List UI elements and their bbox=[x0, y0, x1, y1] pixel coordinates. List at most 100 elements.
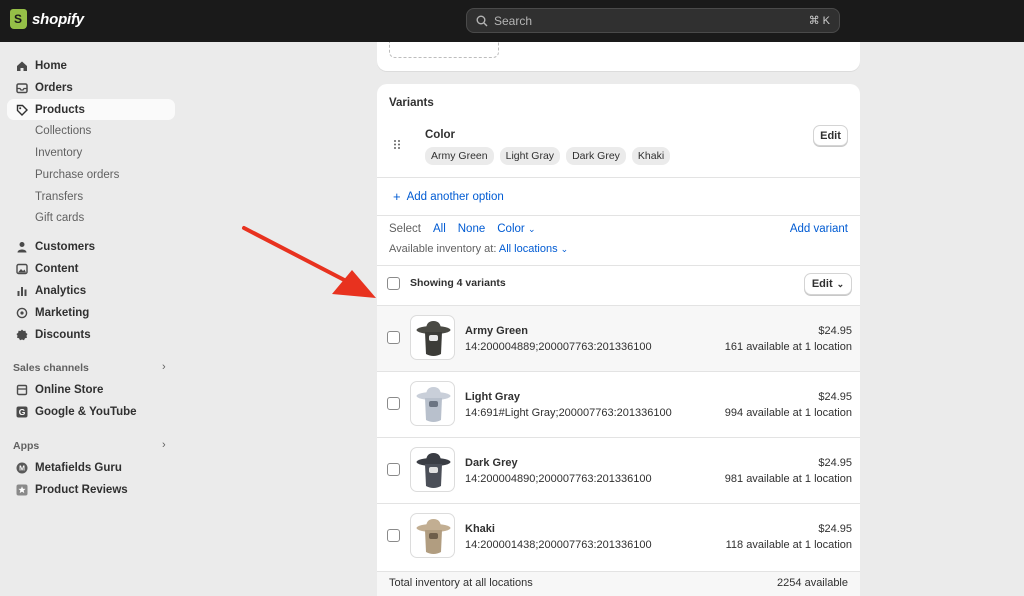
sales-channels-heading[interactable]: Sales channels bbox=[13, 362, 89, 374]
variant-row[interactable]: Khaki 14:200001438;200007763:201336100 $… bbox=[377, 503, 860, 569]
sidebar-item-label: Orders bbox=[35, 81, 73, 94]
media-card bbox=[377, 42, 860, 71]
sidebar: Home Orders Products Collections Invento… bbox=[0, 42, 185, 596]
variant-row[interactable]: Light Gray 14:691#Light Gray;200007763:2… bbox=[377, 371, 860, 437]
sidebar-subitem-transfers[interactable]: Transfers bbox=[35, 191, 83, 203]
variant-thumbnail[interactable] bbox=[410, 447, 455, 492]
variant-name: Khaki bbox=[465, 523, 495, 535]
sidebar-item-label: Customers bbox=[35, 240, 96, 253]
sidebar-item-label: Product Reviews bbox=[35, 483, 128, 496]
search-shortcut: ⌘ K bbox=[808, 15, 830, 27]
inbox-icon bbox=[15, 81, 28, 94]
top-bar: shopify Search ⌘ K bbox=[0, 0, 1024, 42]
sidebar-item-orders[interactable]: Orders bbox=[7, 77, 175, 98]
bulk-edit-button[interactable]: Edit ⌄ bbox=[804, 273, 852, 295]
sidebar-item-customers[interactable]: Customers bbox=[7, 236, 175, 257]
search-icon bbox=[476, 15, 488, 26]
sidebar-item-marketing[interactable]: Marketing bbox=[7, 302, 175, 323]
sidebar-item-label: Discounts bbox=[35, 328, 91, 341]
showing-variants-label: Showing 4 variants bbox=[410, 277, 506, 289]
variant-thumbnail[interactable] bbox=[410, 315, 455, 360]
sidebar-item-google-youtube[interactable]: G Google & YouTube bbox=[7, 401, 175, 422]
variant-checkbox[interactable] bbox=[387, 331, 400, 344]
select-row: Select All None Color ⌄ bbox=[389, 223, 535, 235]
sidebar-item-analytics[interactable]: Analytics bbox=[7, 280, 175, 301]
variant-name: Light Gray bbox=[465, 391, 521, 403]
select-color-label: Color bbox=[497, 223, 525, 235]
variant-checkbox[interactable] bbox=[387, 529, 400, 542]
select-color-dropdown[interactable]: Color ⌄ bbox=[497, 223, 535, 235]
sidebar-item-product-reviews[interactable]: Product Reviews bbox=[7, 479, 175, 500]
option-values: Army Green Light Gray Dark Grey Khaki bbox=[425, 147, 671, 165]
sidebar-item-home[interactable]: Home bbox=[7, 55, 175, 76]
select-all-checkbox[interactable] bbox=[387, 277, 400, 290]
drag-handle-icon[interactable] bbox=[393, 139, 401, 150]
variant-name: Dark Grey bbox=[465, 457, 518, 469]
chevron-down-icon: ⌄ bbox=[527, 224, 536, 234]
sidebar-item-discounts[interactable]: Discounts bbox=[7, 324, 175, 345]
hat-image bbox=[416, 453, 451, 488]
variant-availability: 994 available at 1 location bbox=[724, 407, 852, 419]
variant-price[interactable]: $24.95 bbox=[818, 325, 852, 337]
sidebar-item-label: Content bbox=[35, 262, 79, 275]
variant-thumbnail[interactable] bbox=[410, 513, 455, 558]
variant-checkbox[interactable] bbox=[387, 397, 400, 410]
inventory-prefix: Available inventory at: bbox=[389, 243, 497, 255]
target-icon bbox=[15, 306, 28, 319]
location-dropdown[interactable]: All locations ⌄ bbox=[499, 243, 568, 255]
sidebar-subitem-collections[interactable]: Collections bbox=[35, 125, 91, 137]
select-all-link[interactable]: All bbox=[433, 223, 446, 235]
person-icon bbox=[15, 240, 28, 253]
star-icon bbox=[15, 483, 28, 496]
sidebar-item-label: Analytics bbox=[35, 284, 87, 297]
variant-price[interactable]: $24.95 bbox=[818, 457, 852, 469]
location-label: All locations bbox=[498, 243, 558, 255]
sidebar-item-content[interactable]: Content bbox=[7, 258, 175, 279]
chevron-right-icon[interactable]: › bbox=[162, 439, 166, 451]
variant-row[interactable]: Army Green 14:200004889;200007763:201336… bbox=[377, 305, 860, 371]
sidebar-item-label: Products bbox=[35, 103, 85, 116]
select-none-link[interactable]: None bbox=[458, 223, 486, 235]
sidebar-subitem-purchase-orders[interactable]: Purchase orders bbox=[35, 169, 119, 181]
search-placeholder: Search bbox=[494, 13, 533, 28]
sidebar-item-label: Online Store bbox=[35, 383, 104, 396]
sidebar-item-metafields-guru[interactable]: M Metafields Guru bbox=[7, 457, 175, 478]
shopify-bag-icon bbox=[10, 9, 27, 29]
sidebar-subitem-inventory[interactable]: Inventory bbox=[35, 147, 82, 159]
variant-price[interactable]: $24.95 bbox=[818, 391, 852, 403]
search-bar[interactable]: Search ⌘ K bbox=[466, 8, 840, 33]
svg-text:M: M bbox=[19, 465, 25, 472]
sidebar-item-label: Metafields Guru bbox=[35, 461, 122, 474]
variant-thumbnail[interactable] bbox=[410, 381, 455, 426]
bulk-edit-label: Edit bbox=[811, 278, 833, 290]
sidebar-item-products[interactable]: Products bbox=[7, 99, 175, 120]
chevron-right-icon[interactable]: › bbox=[162, 361, 166, 373]
sidebar-item-label: Google & YouTube bbox=[35, 405, 137, 418]
home-icon bbox=[15, 59, 28, 72]
total-inventory-label: Total inventory at all locations bbox=[389, 577, 533, 589]
add-variant-link[interactable]: Add variant bbox=[790, 223, 848, 235]
add-another-option-link[interactable]: + Add another option bbox=[393, 190, 504, 203]
option-value-pill: Army Green bbox=[425, 147, 494, 165]
apps-heading[interactable]: Apps bbox=[13, 440, 39, 452]
shopify-logo[interactable]: shopify bbox=[10, 9, 84, 29]
hat-image bbox=[416, 519, 451, 554]
variant-sku: 14:200004889;200007763:201336100 bbox=[465, 341, 652, 353]
plus-icon: + bbox=[393, 189, 401, 204]
sidebar-item-label: Marketing bbox=[35, 306, 90, 319]
variant-checkbox[interactable] bbox=[387, 463, 400, 476]
option-name: Color bbox=[425, 129, 456, 141]
chevron-down-icon: ⌄ bbox=[836, 278, 845, 289]
discount-icon bbox=[15, 328, 28, 341]
edit-option-button[interactable]: Edit bbox=[813, 125, 848, 146]
chevron-down-icon: ⌄ bbox=[560, 244, 569, 254]
option-value-pill: Khaki bbox=[631, 147, 671, 165]
store-icon bbox=[15, 383, 28, 396]
image-icon bbox=[15, 262, 28, 275]
sidebar-item-online-store[interactable]: Online Store bbox=[7, 379, 175, 400]
variant-row[interactable]: Dark Grey 14:200004890;200007763:2013361… bbox=[377, 437, 860, 503]
divider bbox=[377, 177, 860, 178]
variant-price[interactable]: $24.95 bbox=[818, 523, 852, 535]
sidebar-subitem-gift-cards[interactable]: Gift cards bbox=[35, 212, 84, 224]
media-dropzone[interactable] bbox=[389, 42, 499, 58]
